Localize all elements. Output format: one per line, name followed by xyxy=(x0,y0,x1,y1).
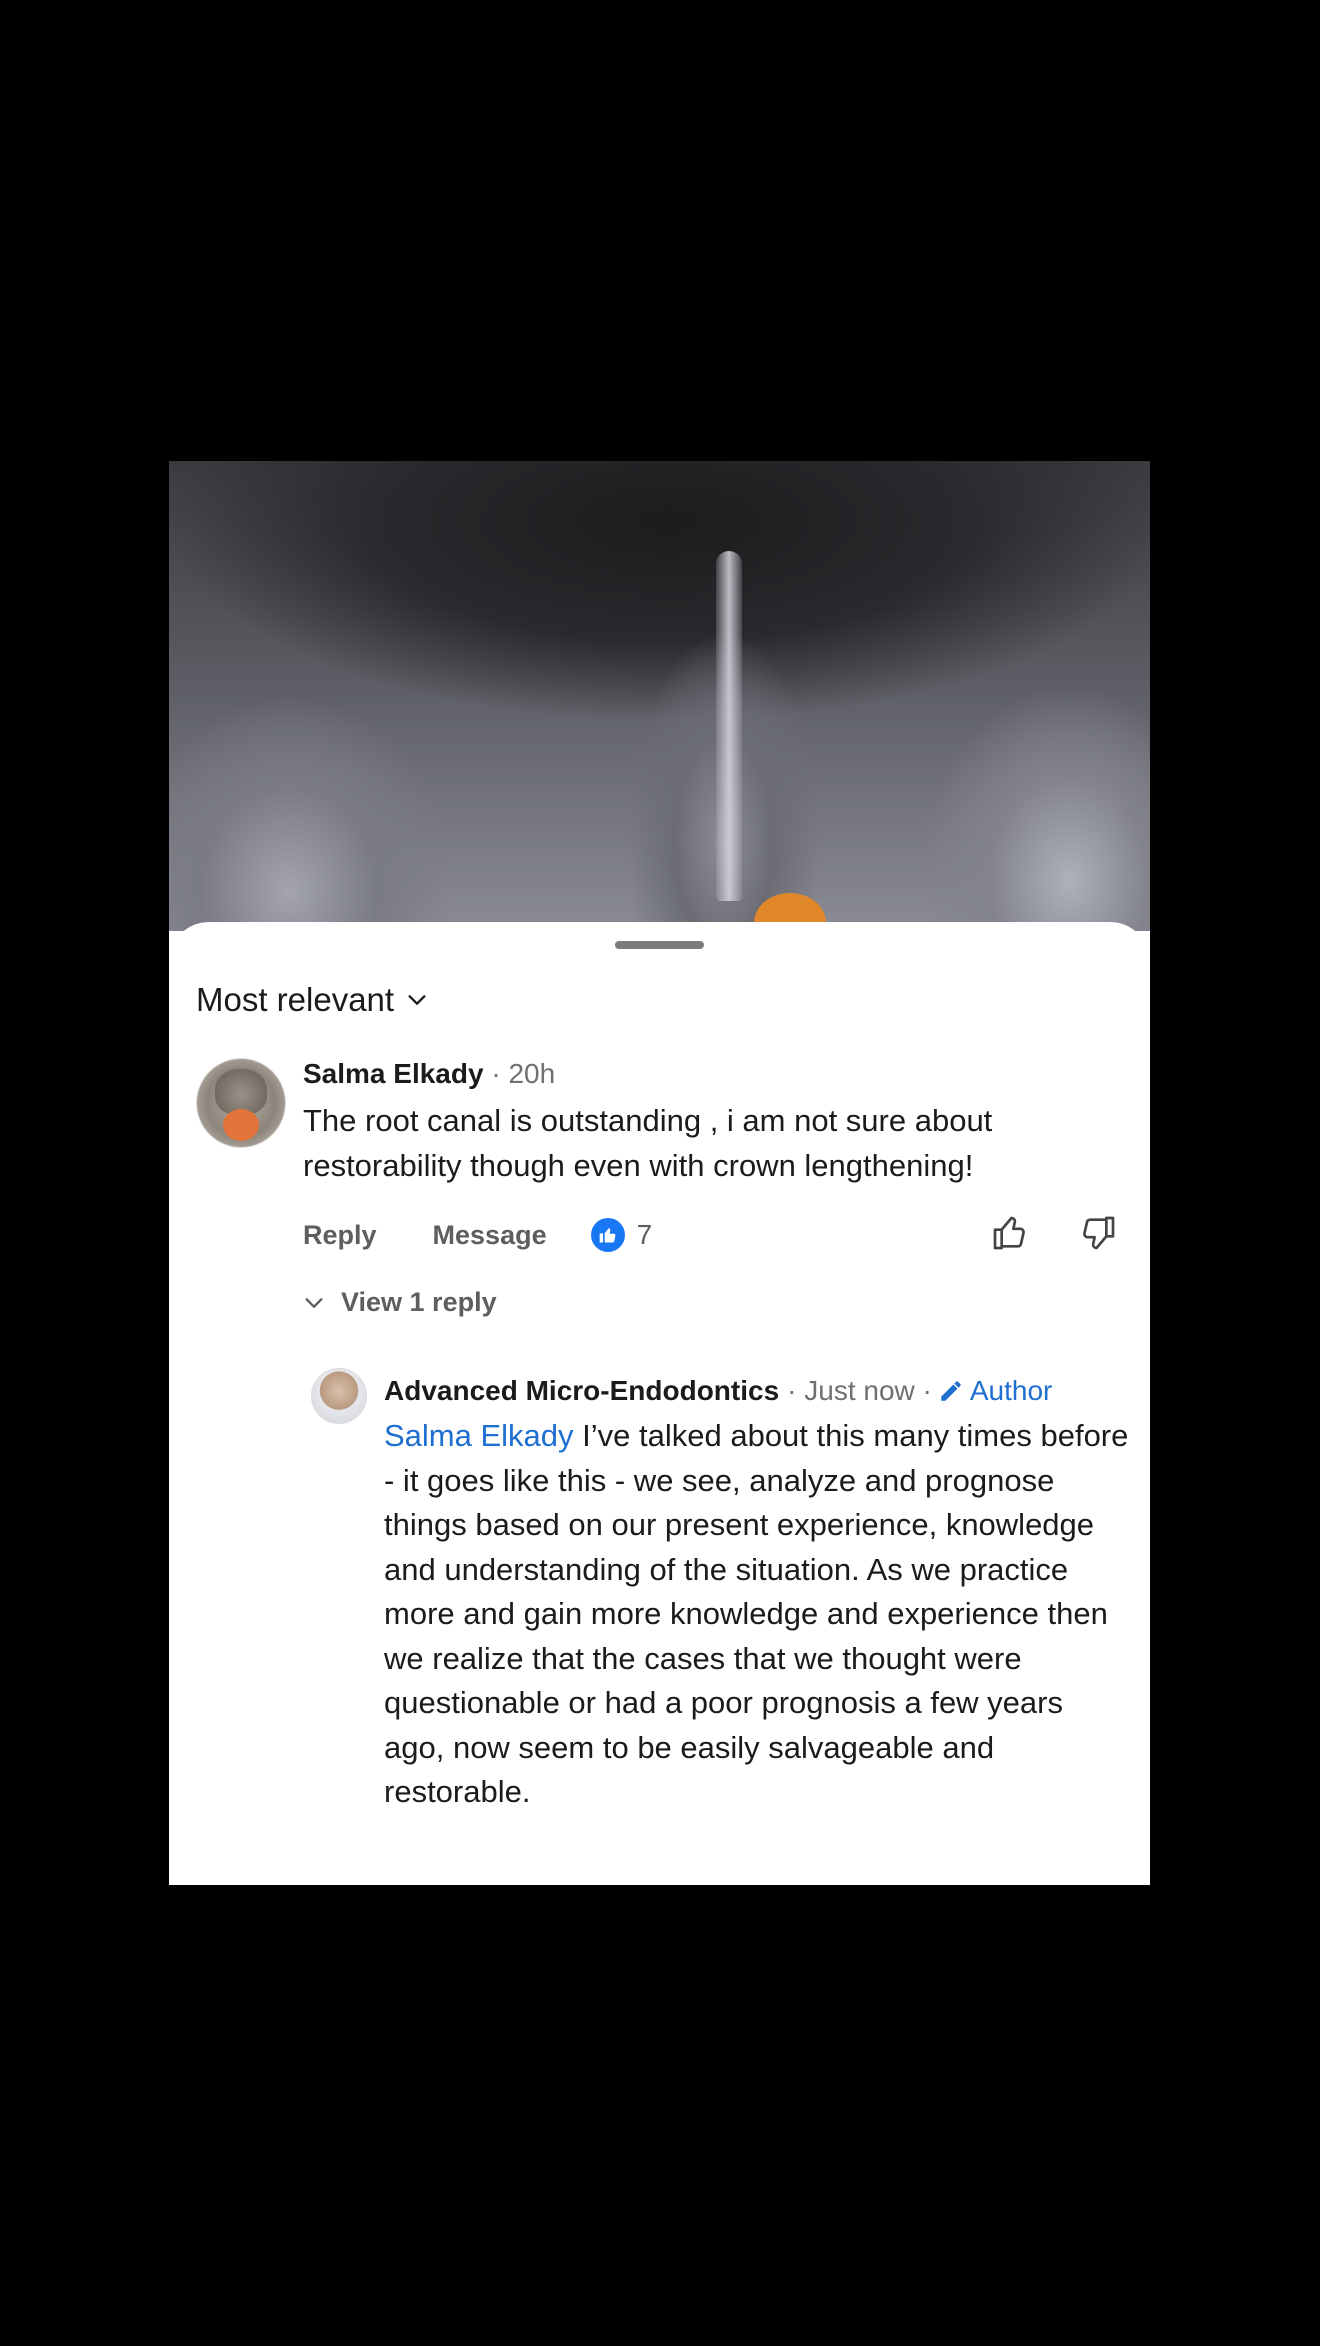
avatar-ball xyxy=(223,1109,259,1141)
author-badge-label: Author xyxy=(969,1375,1053,1406)
reply-text: Salma Elkady I’ve talked about this many… xyxy=(384,1414,1129,1815)
chevron-down-icon xyxy=(408,995,426,1005)
sheet-drag-handle[interactable] xyxy=(615,941,704,949)
sort-label: Most relevant xyxy=(196,981,395,1018)
thumbs-down-icon[interactable] xyxy=(1078,1213,1118,1253)
root-canal-filling xyxy=(716,551,742,901)
thumbs-up-icon[interactable] xyxy=(990,1213,1030,1253)
comment-author-name[interactable]: Salma Elkady xyxy=(303,1058,484,1089)
reply-header: Advanced Micro-Endodontics · Just now · … xyxy=(384,1375,1052,1407)
comment-actions: Reply Message 7 xyxy=(303,1213,1123,1257)
pencil-icon xyxy=(941,1381,961,1401)
author-badge: Author xyxy=(938,1375,1053,1407)
view-replies-button[interactable]: View 1 reply xyxy=(303,1287,497,1318)
sort-dropdown[interactable]: Most relevant xyxy=(196,981,428,1019)
thumbs-up-icon xyxy=(599,1228,616,1243)
comment-timestamp: · 20h xyxy=(483,1058,556,1089)
mention-link[interactable]: Salma Elkady xyxy=(384,1418,574,1453)
avatar[interactable] xyxy=(196,1058,286,1148)
reply-body: I’ve talked about this many times before… xyxy=(384,1418,1129,1809)
reply-author-name[interactable]: Advanced Micro-Endodontics xyxy=(384,1375,779,1407)
like-count[interactable]: 7 xyxy=(637,1219,653,1251)
post-image[interactable] xyxy=(169,461,1150,953)
avatar[interactable] xyxy=(311,1368,367,1424)
reply-timestamp: · Just now · xyxy=(787,1375,932,1406)
comment-header: Salma Elkady · 20h xyxy=(303,1058,555,1090)
reply-button[interactable]: Reply xyxy=(303,1220,377,1251)
post-viewer: Most relevant Salma Elkady · 20h The roo… xyxy=(169,461,1150,1885)
comment-text: The root canal is outstanding , i am not… xyxy=(303,1103,993,1183)
message-button[interactable]: Message xyxy=(433,1220,547,1251)
like-badge-icon xyxy=(590,1218,625,1252)
chevron-down-icon xyxy=(305,1297,323,1308)
view-replies-label: View 1 reply xyxy=(341,1287,497,1317)
